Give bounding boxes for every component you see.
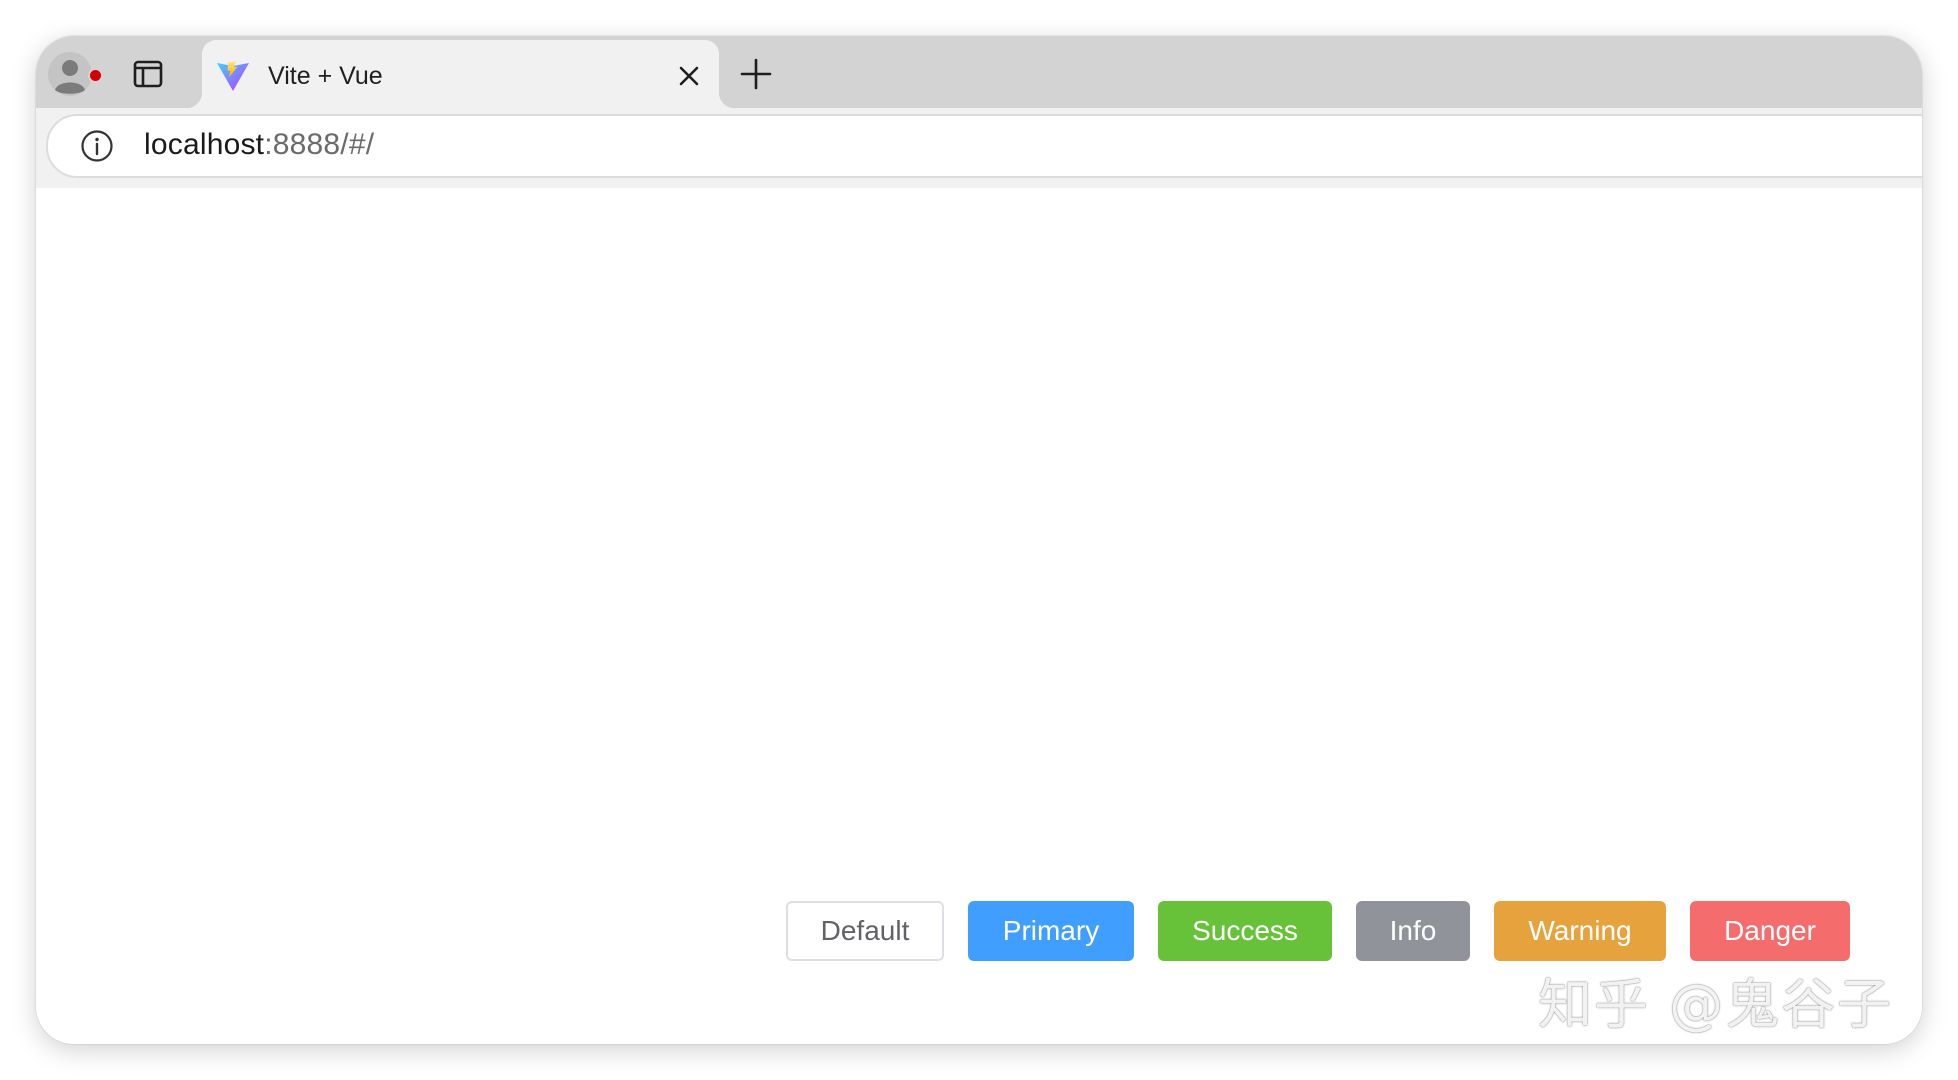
sidebar-toggle-svg: [133, 60, 163, 88]
tab-strip: Vite + Vue: [36, 36, 1922, 108]
profile-avatar-icon[interactable]: [46, 50, 103, 98]
url-text: localhost:8888/#/: [144, 128, 374, 162]
tab-vite-vue[interactable]: Vite + Vue: [186, 40, 735, 108]
screenshot-stage: Vite + Vue localhost:8888/#/ Default Pri…: [0, 0, 1958, 1080]
warning-button[interactable]: Warning: [1494, 901, 1666, 961]
sidebar-toggle-icon[interactable]: [132, 58, 164, 90]
close-icon[interactable]: [673, 60, 705, 92]
url-host: localhost: [144, 128, 265, 161]
profile-avatar-svg: [48, 52, 92, 96]
danger-button[interactable]: Danger: [1690, 901, 1850, 961]
button-row: Default Primary Success Info Warning Dan…: [786, 901, 1850, 961]
success-button[interactable]: Success: [1158, 901, 1332, 961]
browser-window: Vite + Vue localhost:8888/#/: [36, 36, 1922, 1044]
plus-icon[interactable]: [738, 56, 774, 92]
info-svg: [81, 130, 113, 162]
vite-logo-svg: [217, 61, 249, 91]
tab-title: Vite + Vue: [268, 62, 383, 90]
info-icon[interactable]: [80, 129, 114, 163]
vite-logo-icon: [216, 60, 250, 92]
primary-button[interactable]: Primary: [968, 901, 1134, 961]
address-bar[interactable]: localhost:8888/#/: [46, 114, 1922, 178]
info-button[interactable]: Info: [1356, 901, 1470, 961]
notification-dot: [88, 68, 103, 83]
url-path: :8888/#/: [264, 128, 375, 161]
watermark-text: 知乎 @鬼谷子: [1538, 973, 1894, 1036]
close-svg: [679, 66, 699, 86]
default-button[interactable]: Default: [786, 901, 944, 961]
plus-svg: [740, 58, 772, 90]
